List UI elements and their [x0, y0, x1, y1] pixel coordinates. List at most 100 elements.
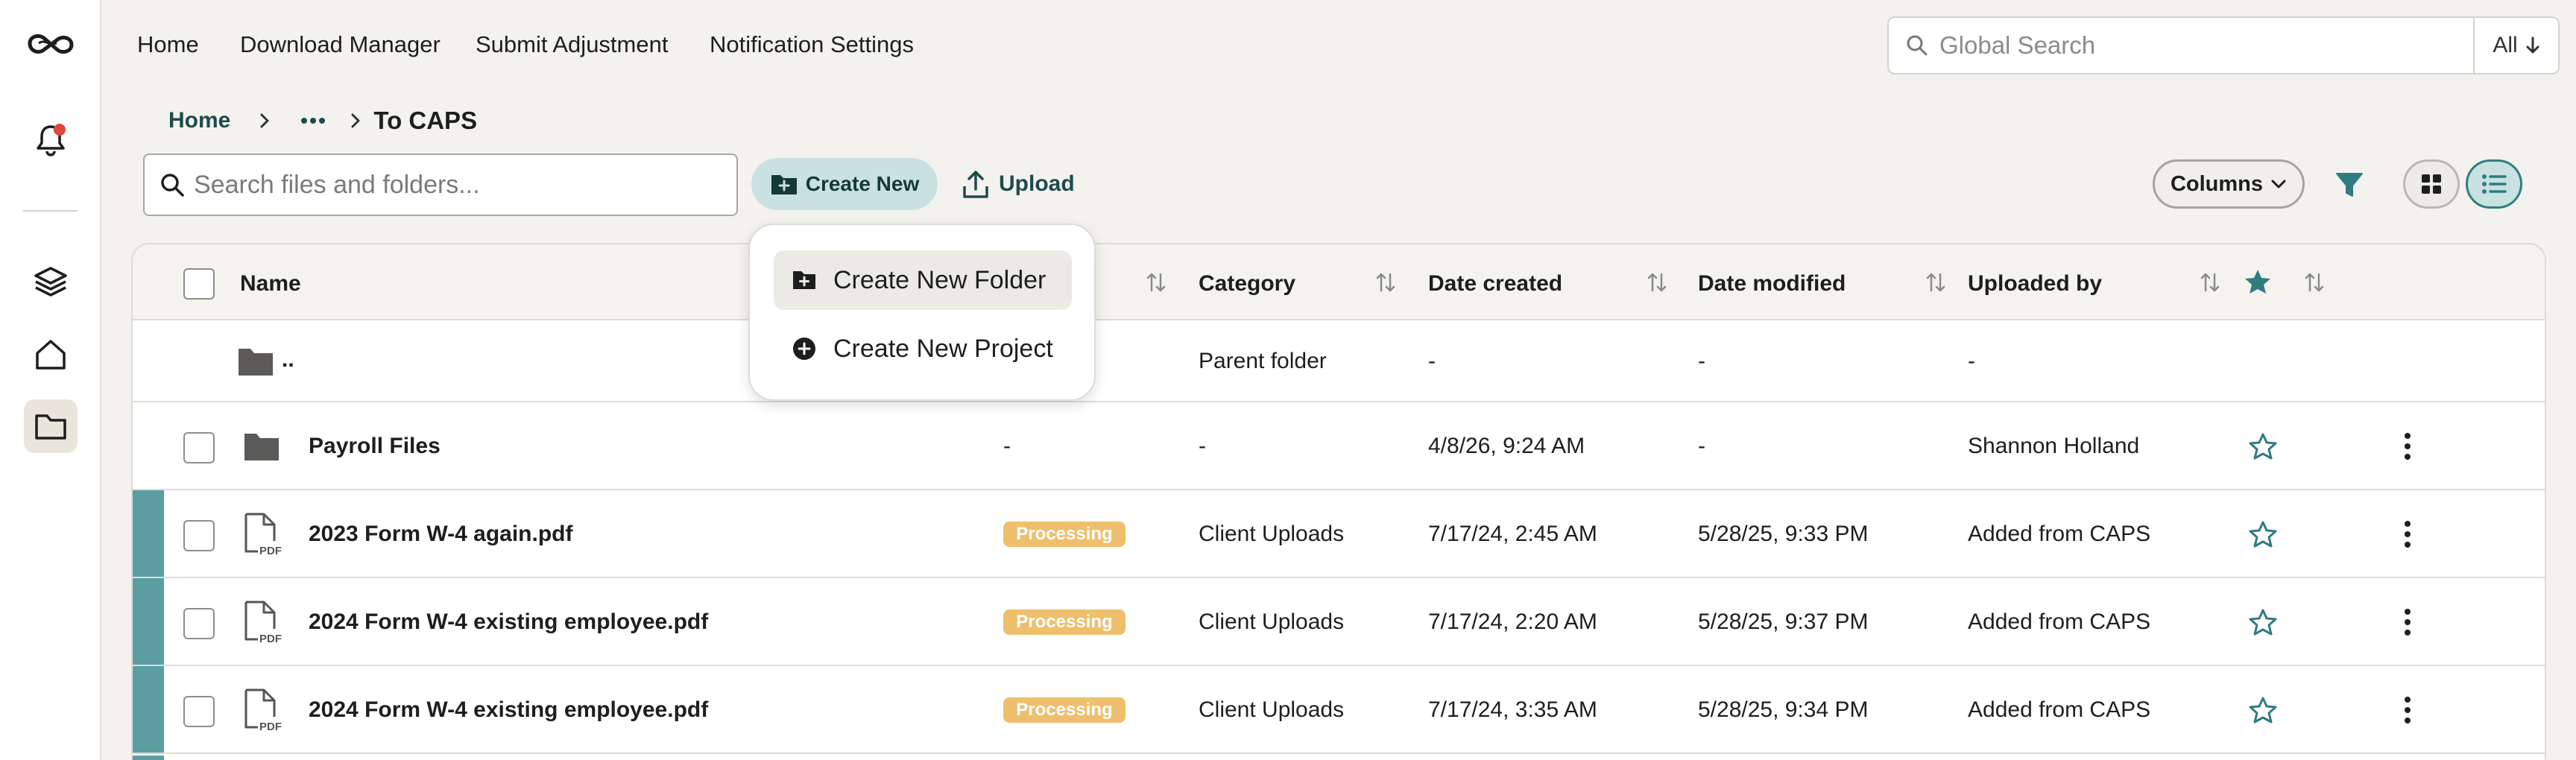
category-cell: - — [1199, 434, 1206, 458]
status-badge: Processing — [1003, 609, 1126, 635]
file-name[interactable]: 2023 Form W-4 again.pdf — [309, 522, 572, 547]
date-modified-cell: 5/28/25, 9:34 PM — [1698, 697, 1869, 722]
sort-icon[interactable] — [1647, 271, 1667, 294]
filter-icon — [2336, 173, 2363, 197]
star-icon[interactable] — [2248, 432, 2278, 460]
column-header-name[interactable]: Name — [240, 271, 301, 297]
list-view-icon — [2482, 174, 2507, 194]
menu-item-label: Create New Project — [833, 334, 1053, 363]
nav-home[interactable]: Home — [137, 31, 199, 58]
table-row[interactable]: Payroll Files - - 4/8/26, 9:24 AM - Shan… — [133, 402, 2545, 490]
row-checkbox[interactable] — [183, 432, 215, 463]
date-modified-cell: 5/28/25, 9:37 PM — [1698, 609, 1869, 634]
date-created-cell: - — [1428, 349, 1436, 373]
column-header-date-created[interactable]: Date created — [1428, 271, 1562, 297]
more-vertical-icon[interactable] — [2403, 696, 2412, 724]
breadcrumb-current: To CAPS — [373, 107, 478, 134]
star-filled-icon[interactable] — [2244, 268, 2272, 295]
menu-item-create-folder[interactable]: Create New Folder — [774, 250, 1072, 310]
more-vertical-icon[interactable] — [2403, 608, 2412, 636]
row-checkbox[interactable] — [183, 608, 215, 639]
create-new-button[interactable]: Create New — [751, 158, 938, 210]
more-horizontal-icon — [301, 118, 326, 124]
file-name[interactable]: 2024 Form W-4 existing employee.pdf — [309, 609, 708, 635]
star-icon[interactable] — [2248, 696, 2278, 724]
star-icon[interactable] — [2248, 608, 2278, 636]
column-header-date-modified[interactable]: Date modified — [1698, 271, 1846, 297]
app-logo[interactable] — [0, 22, 101, 64]
nav-download-manager[interactable]: Download Manager — [240, 31, 441, 58]
search-icon — [1905, 34, 1929, 57]
table-row[interactable]: PDF 2024 Form W-4 existing employee.pdf … — [133, 666, 2545, 754]
column-header-category[interactable]: Category — [1199, 271, 1295, 297]
table-header: Name Category Date created Date modified… — [133, 244, 2545, 320]
more-vertical-icon[interactable] — [2403, 520, 2412, 548]
folder-icon — [239, 349, 273, 376]
table-row-parent[interactable]: .. Parent folder - - - — [133, 320, 2545, 402]
pdf-file-icon: PDF — [244, 688, 282, 732]
create-new-label: Create New — [805, 172, 920, 195]
arrow-down-icon — [2525, 36, 2540, 55]
row-accent-bar — [133, 756, 164, 760]
star-icon[interactable] — [2248, 520, 2278, 548]
file-table: Name Category Date created Date modified… — [131, 243, 2546, 760]
uploaded-by-cell: Added from CAPS — [1968, 697, 2151, 722]
uploaded-by-cell: Shannon Holland — [1968, 434, 2140, 458]
layers-icon[interactable] — [0, 261, 101, 303]
sidebar-divider — [22, 210, 78, 212]
global-search-input[interactable] — [1939, 31, 2431, 60]
filter-button[interactable] — [2330, 165, 2369, 204]
global-search: All — [1887, 16, 2560, 75]
row-accent-bar — [133, 490, 164, 577]
uploaded-by-cell: - — [1968, 349, 1975, 373]
column-header-uploaded-by[interactable]: Uploaded by — [1968, 271, 2102, 297]
sort-icon[interactable] — [1146, 271, 1166, 294]
home-icon[interactable] — [0, 334, 101, 376]
search-scope-select[interactable]: All — [2475, 18, 2558, 73]
file-name[interactable]: 2024 Form W-4 existing employee.pdf — [309, 697, 708, 723]
select-all-checkbox[interactable] — [183, 268, 215, 300]
upload-icon — [963, 171, 988, 198]
date-modified-cell: 5/28/25, 9:33 PM — [1698, 522, 1869, 546]
category-cell: Client Uploads — [1199, 609, 1345, 634]
breadcrumb-home[interactable]: Home — [168, 108, 230, 133]
menu-item-create-project[interactable]: Create New Project — [774, 319, 1072, 379]
date-created-cell: 4/8/26, 9:24 AM — [1428, 434, 1585, 458]
search-icon — [160, 172, 185, 197]
sort-icon[interactable] — [1376, 271, 1395, 294]
svg-text:PDF: PDF — [259, 721, 282, 732]
status-cell: - — [1003, 434, 1011, 458]
category-cell: Parent folder — [1199, 349, 1327, 373]
file-name[interactable]: Payroll Files — [309, 434, 441, 459]
list-view-toggle[interactable] — [2466, 159, 2522, 209]
menu-item-label: Create New Folder — [833, 265, 1046, 294]
breadcrumb-ellipsis[interactable] — [288, 117, 338, 124]
plus-circle-icon — [793, 338, 815, 360]
file-search-input[interactable] — [194, 170, 716, 200]
table-row[interactable]: PDF 2024 Form W-4 existing employee.pdf … — [133, 578, 2545, 666]
status-badge: Processing — [1003, 697, 1126, 723]
uploaded-by-cell: Added from CAPS — [1968, 609, 2151, 634]
row-checkbox[interactable] — [183, 520, 215, 551]
nav-notification-settings[interactable]: Notification Settings — [710, 31, 914, 58]
sort-icon[interactable] — [2200, 271, 2220, 294]
nav-submit-adjustment[interactable]: Submit Adjustment — [476, 31, 668, 58]
upload-button[interactable]: Upload — [962, 158, 1075, 210]
bell-icon[interactable] — [0, 119, 101, 161]
table-row[interactable]: PDF 2023 Form W-4 again.pdf Processing C… — [133, 490, 2545, 578]
columns-button[interactable]: Columns — [2153, 159, 2305, 209]
grid-view-toggle[interactable] — [2403, 159, 2460, 209]
sidebar — [0, 0, 101, 760]
sort-icon[interactable] — [2305, 271, 2324, 294]
row-accent-bar — [133, 666, 164, 753]
sort-icon[interactable] — [1926, 271, 1945, 294]
create-new-menu: Create New Folder Create New Project — [748, 224, 1096, 401]
chevron-right-icon — [351, 113, 360, 128]
row-checkbox[interactable] — [183, 696, 215, 727]
folder-icon[interactable] — [0, 405, 101, 447]
file-search — [143, 153, 738, 216]
pdf-file-icon: PDF — [244, 513, 282, 556]
more-vertical-icon[interactable] — [2403, 432, 2412, 460]
folder-icon — [244, 434, 279, 460]
chevron-down-icon — [2271, 180, 2286, 189]
